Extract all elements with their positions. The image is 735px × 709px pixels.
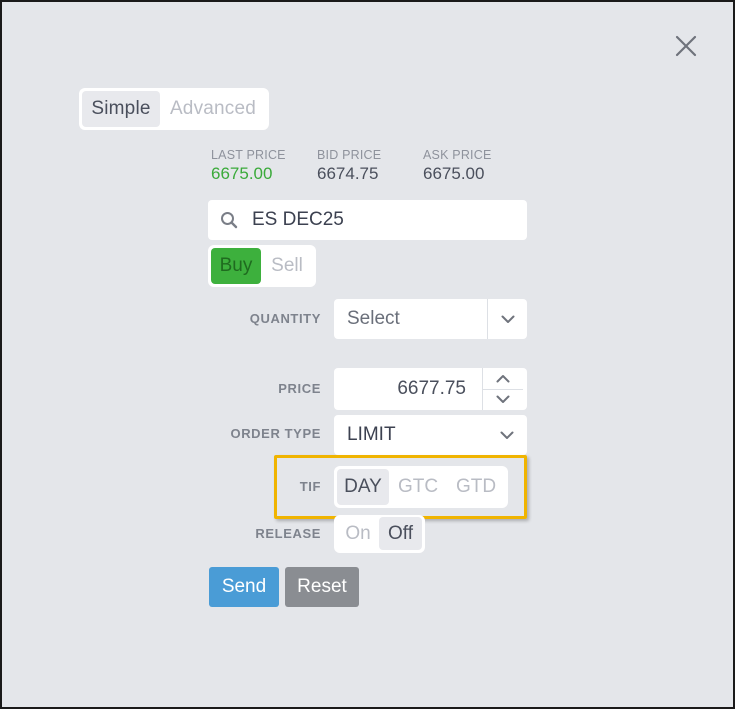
ask-price-value: 6675.00 [423, 164, 485, 183]
chevron-down-icon [496, 395, 510, 404]
price-label: PRICE [278, 381, 321, 396]
order-type-dropdown-toggle[interactable] [487, 431, 527, 440]
tif-toggle: DAY GTC GTD [334, 466, 508, 508]
order-entry-dialog: Simple Advanced LAST PRICE 6675.00 BID P… [0, 0, 735, 709]
sell-button[interactable]: Sell [261, 248, 313, 284]
tif-option-gtd[interactable]: GTD [447, 469, 505, 505]
price-stepper-buttons [482, 368, 523, 410]
bid-price-value: 6674.75 [317, 164, 379, 183]
search-icon [221, 212, 238, 229]
release-label: RELEASE [255, 526, 321, 541]
price-input[interactable] [334, 368, 482, 410]
chevron-down-icon [501, 315, 514, 323]
reset-button[interactable]: Reset [285, 567, 359, 607]
tif-label: TIF [299, 479, 321, 494]
tif-option-day[interactable]: DAY [337, 469, 389, 505]
bid-price-label: BID PRICE [317, 148, 382, 162]
order-type-select[interactable]: LIMIT [334, 415, 527, 455]
send-button[interactable]: Send [209, 567, 279, 607]
quantity-dropdown-toggle[interactable] [487, 299, 527, 339]
side-toggle: Buy Sell [208, 245, 316, 287]
order-type-label: ORDER TYPE [230, 426, 321, 441]
last-price-value: 6675.00 [211, 164, 273, 183]
mode-toggle: Simple Advanced [79, 88, 269, 130]
price-stepper [334, 368, 527, 410]
symbol-input[interactable] [252, 209, 502, 231]
release-option-off[interactable]: Off [379, 517, 422, 550]
quantity-value: Select [347, 308, 400, 329]
price-decrement-button[interactable] [483, 390, 523, 411]
release-option-on[interactable]: On [337, 517, 379, 550]
last-price-label: LAST PRICE [211, 148, 286, 162]
close-button[interactable] [670, 30, 702, 62]
symbol-search [208, 200, 527, 240]
chevron-up-icon [496, 374, 510, 383]
buy-button[interactable]: Buy [211, 248, 261, 284]
quantity-label: QUANTITY [249, 311, 321, 326]
tab-advanced[interactable]: Advanced [160, 91, 266, 127]
chevron-down-icon [500, 431, 514, 439]
tab-simple[interactable]: Simple [82, 91, 160, 127]
tif-option-gtc[interactable]: GTC [389, 469, 447, 505]
order-type-value: LIMIT [347, 424, 396, 445]
price-increment-button[interactable] [483, 368, 523, 390]
quantity-select[interactable]: Select [334, 299, 527, 339]
close-icon [675, 35, 697, 57]
release-toggle: On Off [334, 515, 425, 553]
ask-price-label: ASK PRICE [423, 148, 492, 162]
